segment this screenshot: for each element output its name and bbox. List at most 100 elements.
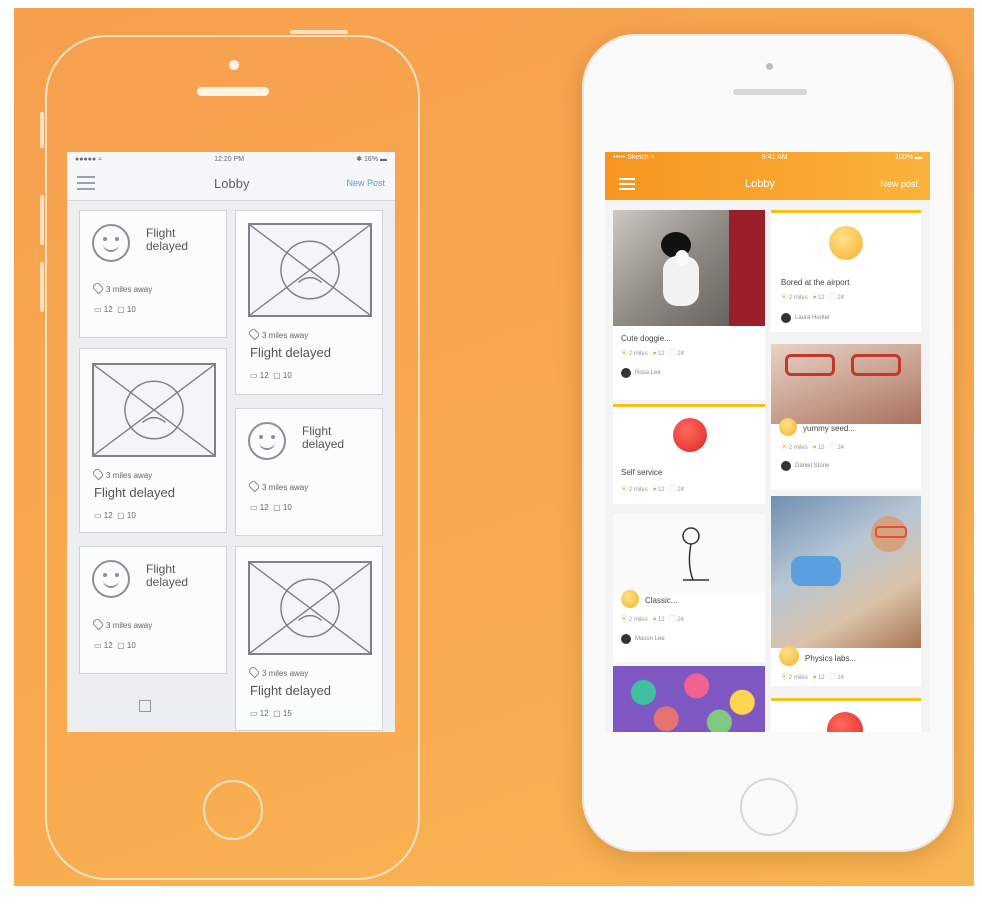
card-accent-bar [771, 698, 921, 701]
card-meta: ⦿ 2 miles ♥ 12 ▢ 24 [621, 487, 685, 493]
feed-card[interactable]: Self service ⦿ 2 miles ♥ 12 ▢ 24 [613, 404, 765, 504]
wireframe-screen: ●●●●● ≈ 12:20 PM ✱ 16% ▬ Lobby New Post … [67, 152, 395, 732]
card-accent-bar [771, 210, 921, 213]
location-pin-icon [247, 479, 261, 493]
wireframe-status-bar: ●●●●● ≈ 12:20 PM ✱ 16% ▬ [67, 152, 395, 166]
bored-emoji-icon [829, 226, 863, 260]
wireframe-card[interactable]: Flight delayed 3 miles away ▭ 12 ▢ 10 [79, 210, 227, 338]
wireframe-speaker [197, 87, 269, 96]
lab-photo [771, 496, 921, 648]
status-time: 9:41 AM [761, 154, 788, 161]
smiley-icon [92, 224, 130, 262]
distance-text: 3 miles away [247, 327, 308, 341]
location-pin-icon [91, 467, 105, 481]
wireframe-volume-up [40, 195, 44, 245]
wireframe-card[interactable]: Flight delayed 3 miles away ▭ 12 ▢ 10 [235, 408, 383, 536]
hamburger-menu-icon[interactable] [77, 176, 95, 190]
app-status-bar: ••••• Sketch ≈ 9:41 AM 100% ▬ [613, 154, 922, 161]
distance-text: 3 miles away [247, 665, 308, 679]
wireframe-nav-bar: Lobby New Post [67, 166, 395, 201]
new-post-button[interactable]: New Post [346, 178, 385, 188]
distance-text: 3 miles away [91, 617, 152, 631]
avatar [621, 368, 631, 378]
page-title: Lobby [745, 178, 775, 190]
page-title: Lobby [214, 175, 250, 191]
distance-text: 3 miles away [91, 467, 152, 481]
macarons-photo [613, 666, 765, 732]
card-caption: Self service [621, 468, 663, 477]
card-author: Rosa Lee [621, 368, 661, 378]
app-header: ••••• Sketch ≈ 9:41 AM 100% ▬ Lobby New … [605, 152, 930, 200]
app-screen: ••••• Sketch ≈ 9:41 AM 100% ▬ Lobby New … [605, 152, 930, 732]
avatar [621, 634, 631, 644]
card-meta: ⦿ 2 miles ♥ 12 ▢ 24 [621, 617, 685, 623]
location-pin-icon [91, 617, 105, 631]
app-speaker [733, 89, 807, 95]
card-meta: ⦿ 2 miles ♥ 12 ▢ 24 [781, 295, 845, 301]
hamburger-menu-icon[interactable] [619, 178, 635, 190]
card-stats: ▭ 12 ▢ 10 [250, 503, 292, 512]
status-battery: ✱ 16% ▬ [356, 156, 387, 163]
card-author: Daniel Stone [781, 461, 829, 471]
smiley-icon [92, 560, 130, 598]
feed-card[interactable]: Classic... ⦿ 2 miles ♥ 12 ▢ 24 Mason Lee [613, 514, 765, 662]
card-caption: Physics labs... [805, 654, 857, 663]
smiley-icon [248, 422, 286, 460]
card-stats: ▭ 12 ▢ 10 [94, 511, 136, 520]
card-label: Flight delayed [302, 424, 345, 451]
distance-text: 3 miles away [247, 479, 308, 493]
card-author: Laura Hunter [781, 313, 830, 323]
angry-emoji-icon [673, 418, 707, 452]
card-stats: ▭ 12 ▢ 15 [250, 709, 292, 718]
feed-card[interactable] [771, 698, 921, 732]
card-stats: ▭ 12 ▢ 10 [94, 641, 136, 650]
angry-emoji-icon [827, 712, 863, 732]
image-placeholder-icon [248, 223, 372, 317]
new-post-button[interactable]: New post [880, 179, 918, 189]
location-pin-icon [91, 281, 105, 295]
wireframe-card[interactable]: 3 miles away Flight delayed ▭ 12 ▢ 15 [235, 546, 383, 731]
avatar [781, 313, 791, 323]
wireframe-volume-down [40, 262, 44, 312]
location-pin-icon [247, 665, 261, 679]
wireframe-card[interactable]: 3 miles away Flight delayed ▭ 12 ▢ 10 [235, 210, 383, 395]
feed-card[interactable]: Physics labs... ⦿ 2 miles ♥ 12 ▢ 24 [771, 496, 921, 686]
card-author: Mason Lee [621, 634, 665, 644]
feed-card[interactable] [613, 666, 765, 732]
wireframe-card[interactable]: Flight delayed 3 miles away ▭ 12 ▢ 10 [79, 546, 227, 674]
card-label: Flight delayed [146, 226, 189, 253]
status-battery: 100% ▬ [895, 154, 922, 161]
feed-card[interactable]: Cute doggie... ⦿ 2 miles ♥ 12 ▢ 24 Rosa … [613, 210, 765, 400]
card-stats: ▭ 12 ▢ 10 [94, 305, 136, 314]
card-caption: yummy seed... [803, 424, 856, 433]
app-camera [766, 63, 773, 70]
location-pin-icon [247, 327, 261, 341]
distance-text: 3 miles away [91, 281, 152, 295]
wireframe-camera [229, 60, 239, 70]
status-carrier: ●●●●● ≈ [75, 155, 102, 163]
feed-card[interactable]: Bored at the airport ⦿ 2 miles ♥ 12 ▢ 24… [771, 210, 921, 332]
card-caption: Bored at the airport [781, 278, 850, 287]
app-home-button[interactable] [740, 778, 798, 836]
card-label: Flight delayed [250, 683, 331, 698]
card-stats: ▭ 12 ▢ 10 [250, 371, 292, 380]
status-time: 12:20 PM [214, 155, 245, 163]
card-meta: ⦿ 2 miles ♥ 12 ▢ 24 [621, 351, 685, 357]
card-meta: ⦿ 2 miles ♥ 12 ▢ 24 [781, 675, 845, 681]
card-label: Flight delayed [94, 485, 175, 500]
avatar [781, 461, 791, 471]
wireframe-mute-switch [40, 112, 44, 148]
image-placeholder-icon [92, 363, 216, 457]
girl-glasses-photo [771, 344, 921, 424]
sketch-photo [613, 514, 765, 594]
image-placeholder-icon [248, 561, 372, 655]
card-accent-bar [613, 404, 765, 407]
yummy-emoji-icon [779, 418, 797, 436]
wireframe-card[interactable]: 3 miles away Flight delayed ▭ 12 ▢ 10 [79, 348, 227, 533]
tab-bar-icon[interactable] [139, 700, 151, 712]
card-label: Flight delayed [250, 345, 331, 360]
card-caption: Classic... [645, 596, 678, 605]
emoji-icon [621, 590, 639, 608]
wireframe-home-button[interactable] [203, 780, 263, 840]
feed-card[interactable]: yummy seed... ⦿ 2 miles ♥ 12 ▢ 24 Daniel… [771, 344, 921, 490]
